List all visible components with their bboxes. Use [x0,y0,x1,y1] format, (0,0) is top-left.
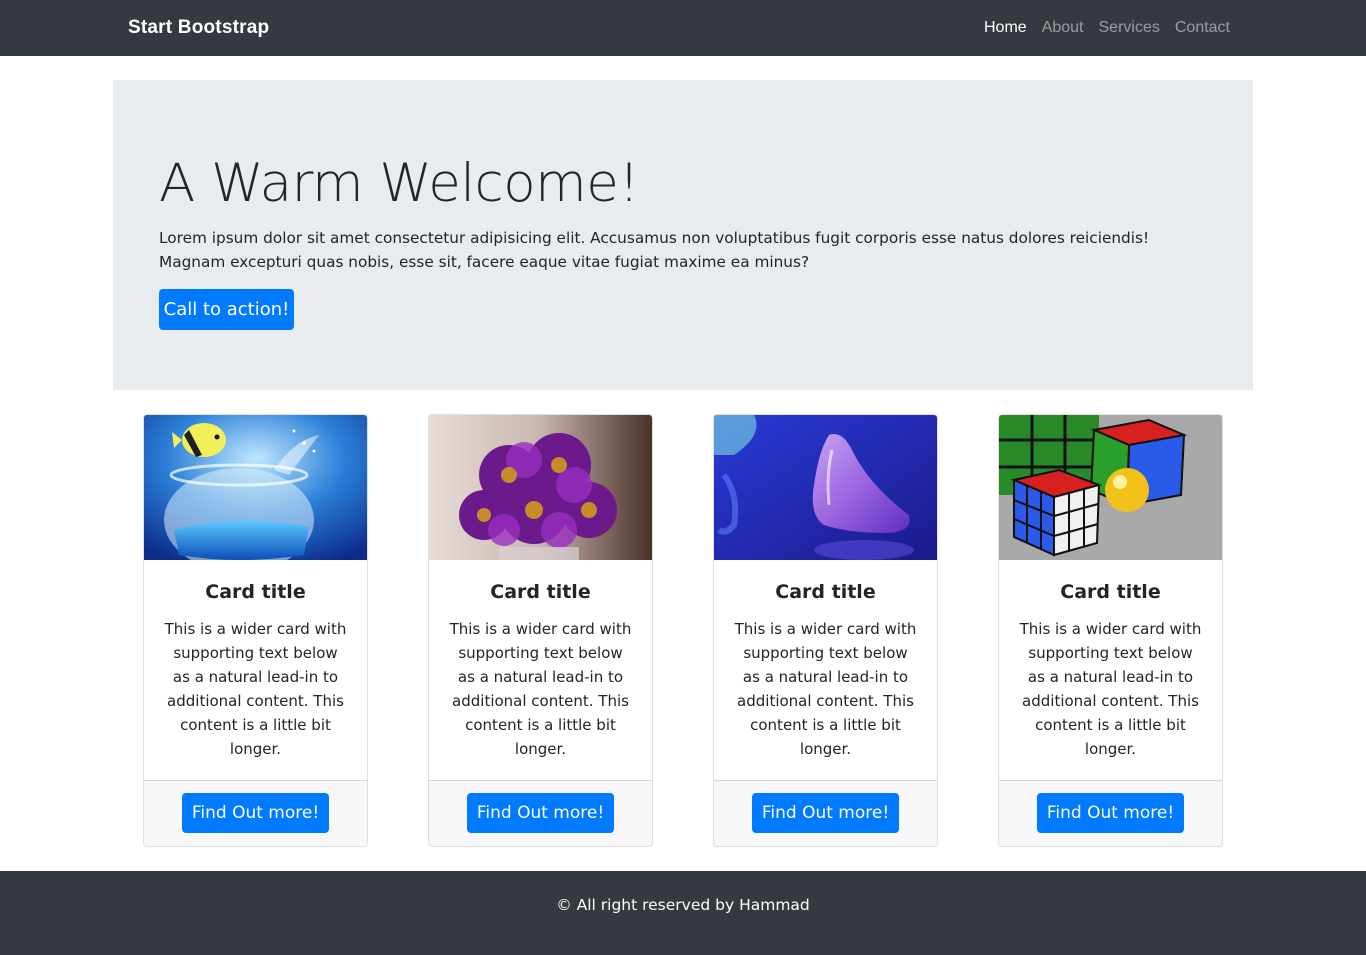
card-text: This is a wider card with supporting tex… [734,620,917,758]
nav-links: Home About Services Contact [984,19,1230,37]
card-footer: Find Out more! [714,780,937,846]
brand-link[interactable]: Start Bootstrap [128,17,269,39]
card: Card title This is a wider card with sup… [143,414,368,847]
call-to-action-button[interactable]: Call to action! [159,289,294,330]
find-out-more-button[interactable]: Find Out more! [752,793,899,833]
jumbotron: A Warm Welcome! Lorem ipsum dolor sit am… [113,80,1253,390]
nav-link-about[interactable]: About [1042,19,1084,37]
card-footer: Find Out more! [999,780,1222,846]
footer: © All right reserved by Hammad [0,871,1366,955]
card-footer: Find Out more! [429,780,652,846]
card: Card title This is a wider card with sup… [713,414,938,847]
find-out-more-button[interactable]: Find Out more! [1037,793,1184,833]
card: Card title This is a wider card with sup… [428,414,653,847]
card-text: This is a wider card with supporting tex… [164,620,347,758]
fishbowl-image [144,415,367,560]
card-title: Card title [1060,581,1161,603]
find-out-more-button[interactable]: Find Out more! [467,793,614,833]
nav-link-services[interactable]: Services [1099,19,1160,37]
card-text: This is a wider card with supporting tex… [449,620,632,758]
card-title: Card title [205,581,306,603]
card-title: Card title [490,581,591,603]
footer-text: © All right reserved by Hammad [556,896,810,914]
card-title: Card title [775,581,876,603]
navbar: Start Bootstrap Home About Services Cont… [0,0,1366,56]
rubiks-cubes-image [999,415,1222,560]
hero-title: A Warm Welcome! [159,153,640,214]
card: Card title This is a wider card with sup… [998,414,1223,847]
card-footer: Find Out more! [144,780,367,846]
purple-flowers-image [429,415,652,560]
hero-text: Lorem ipsum dolor sit amet consectetur a… [159,229,1150,271]
find-out-more-button[interactable]: Find Out more! [182,793,329,833]
nav-link-contact[interactable]: Contact [1175,19,1230,37]
card-text: This is a wider card with supporting tex… [1019,620,1202,758]
nav-link-home[interactable]: Home [984,19,1027,37]
glass-drop-image [714,415,937,560]
